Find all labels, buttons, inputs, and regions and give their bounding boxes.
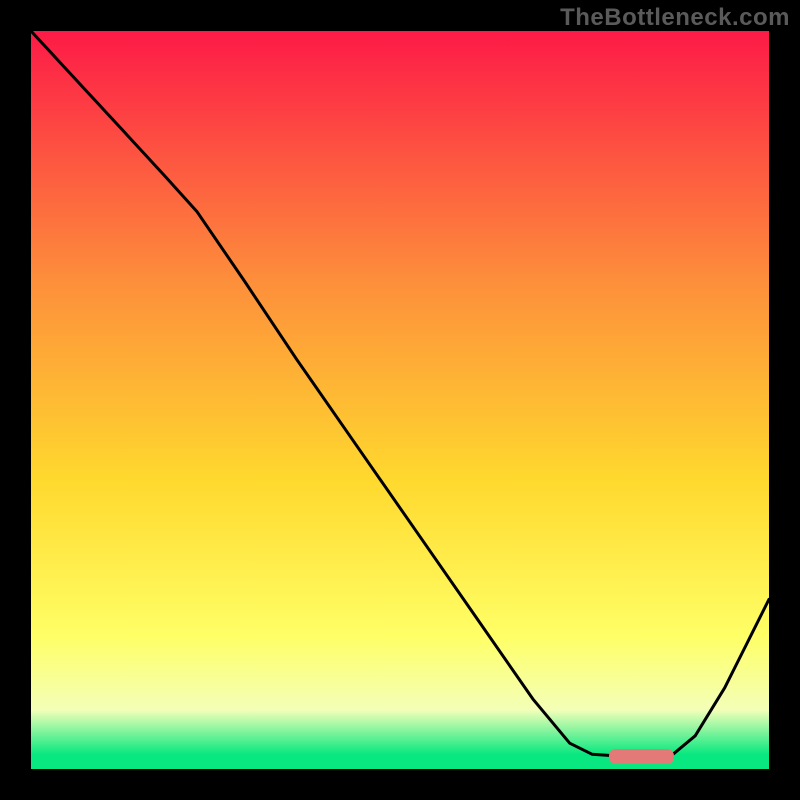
chart-frame: TheBottleneck.com [0,0,800,800]
plot-area [31,31,769,769]
gradient-heatmap [31,31,769,769]
watermark-text: TheBottleneck.com [560,4,790,32]
gradient-rect [31,31,769,769]
